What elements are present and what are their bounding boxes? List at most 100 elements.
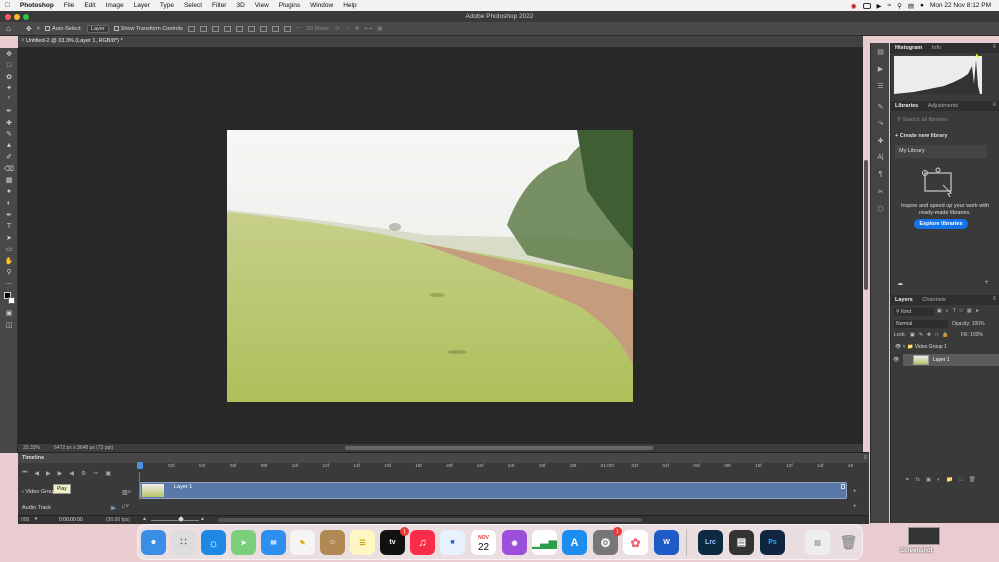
lock-artboard-icon[interactable]: □ <box>935 332 938 338</box>
zoom-level[interactable]: 33.33% <box>23 445 40 451</box>
horizontal-scrollbar[interactable] <box>345 446 653 450</box>
prev-frame-icon[interactable]: ◀ <box>34 470 39 477</box>
path-select-tool-icon[interactable]: ➤ <box>0 232 18 244</box>
chevron-right-icon[interactable]: › <box>22 489 24 495</box>
panel-menu-icon[interactable]: ≡ <box>992 296 996 302</box>
align-right-icon[interactable] <box>211 25 219 32</box>
stamp-tool-icon[interactable]: ▲ <box>0 140 18 152</box>
tab-channels[interactable]: Channels <box>918 295 949 305</box>
time-ruler[interactable]: 02f 04f 06f 08f 10f 12f 14f 16f 18f 20f 22f 24f 26f 2… <box>137 462 853 472</box>
panel-menu-icon[interactable]: ≡ <box>863 455 867 461</box>
close-doc-icon[interactable]: × <box>21 38 25 44</box>
tab-libraries[interactable]: Libraries <box>891 101 922 111</box>
finder-icon[interactable]: ☻ <box>141 530 166 555</box>
menu-plugins[interactable]: Plugins <box>274 2 305 9</box>
menu-file[interactable]: File <box>59 2 79 9</box>
mask-icon[interactable]: ▣ <box>926 477 931 483</box>
minimize-window-button[interactable] <box>14 14 20 20</box>
menu-layer[interactable]: Layer <box>129 2 155 9</box>
settings-icon[interactable]: ⚙ <box>81 470 86 477</box>
layer-clip[interactable]: Layer 1 <box>140 482 847 499</box>
auto-select-dropdown[interactable]: Layer <box>86 24 109 33</box>
zoom-window-button[interactable] <box>23 14 29 20</box>
canvas-image[interactable] <box>227 130 633 402</box>
dodge-tool-icon[interactable]: ◐ <box>0 198 18 210</box>
filter-smart-icon[interactable]: ▦ <box>967 308 972 314</box>
play-icon[interactable]: ▶ <box>877 2 882 10</box>
menu-window[interactable]: Window <box>305 2 338 9</box>
app-store-icon[interactable]: A <box>562 530 587 555</box>
3d-scale-icon[interactable]: ▦ <box>377 26 382 32</box>
video-group-row[interactable]: › Video Group 1 <box>22 489 61 495</box>
lock-move-icon[interactable]: ✥ <box>927 332 931 338</box>
move-tool-icon[interactable]: ✥ <box>0 48 18 60</box>
blend-mode-dropdown[interactable]: Normal <box>894 320 948 328</box>
notes-icon[interactable]: ☰ <box>350 530 375 555</box>
crop-tool-icon[interactable]: ⌜ <box>0 94 18 106</box>
audio-icon[interactable]: ◀ <box>69 470 74 477</box>
transition-icon[interactable]: ▣ <box>105 470 111 477</box>
3d-slide-icon[interactable]: ⟷ <box>364 26 372 32</box>
eraser-tool-icon[interactable]: ⌫ <box>0 163 18 175</box>
menu-image[interactable]: Image <box>101 2 129 9</box>
color-swatches[interactable] <box>0 290 18 308</box>
timeline-scrollbar[interactable] <box>218 518 642 522</box>
photoshop-icon[interactable]: Ps <box>760 530 785 555</box>
more-options-icon[interactable]: ⋯ <box>296 26 302 32</box>
brush-panel-icon[interactable]: ✎ <box>871 98 890 115</box>
keynote-icon[interactable]: ■ <box>440 530 465 555</box>
safari-icon[interactable]: ☼ <box>201 530 226 555</box>
menu-select[interactable]: Select <box>179 2 207 9</box>
character-icon[interactable]: A| <box>871 149 890 166</box>
zoom-out-mountain-icon[interactable]: ▲ <box>142 516 147 522</box>
type-tool-icon[interactable]: T <box>0 221 18 233</box>
tab-layers[interactable]: Layers <box>891 295 917 305</box>
menu-app-name[interactable]: Photoshop <box>15 2 59 9</box>
menu-edit[interactable]: Edit <box>79 2 100 9</box>
filter-adjust-icon[interactable]: ◐ <box>946 308 949 314</box>
fx-icon[interactable]: fx <box>916 477 920 483</box>
explore-libraries-button[interactable]: Explore libraries <box>914 219 968 229</box>
healing-tool-icon[interactable]: ✚ <box>0 117 18 129</box>
create-library-button[interactable]: + Create new library <box>895 133 947 139</box>
tab-adjustments[interactable]: Adjustments <box>924 101 962 111</box>
distribute-v-icon[interactable] <box>271 25 279 32</box>
playhead[interactable] <box>137 462 143 469</box>
distribute-h-icon[interactable] <box>283 25 291 32</box>
lasso-tool-icon[interactable]: ✿ <box>0 71 18 83</box>
adjustment-icon[interactable]: ◐ <box>937 477 940 483</box>
screen-recorder-icon[interactable]: ▤ <box>729 530 754 555</box>
3d-roll-icon[interactable]: ☼ <box>345 26 350 32</box>
downloads-stack-icon[interactable]: ▤ <box>805 530 830 555</box>
tab-histogram[interactable]: Histogram <box>891 43 926 53</box>
chevron-down-icon[interactable]: ˅ <box>37 26 40 32</box>
filter-shape-icon[interactable]: □ <box>960 308 963 314</box>
chevron-down-icon[interactable]: ˅ <box>903 344 906 350</box>
screenshot-file-thumbnail[interactable] <box>908 527 940 545</box>
rectangle-tool-icon[interactable]: ▭ <box>0 244 18 256</box>
trash-icon[interactable]: 🗑 <box>836 530 861 555</box>
mail-icon[interactable]: ✉ <box>261 530 286 555</box>
menu-help[interactable]: Help <box>338 2 361 9</box>
filter-toggle-icon[interactable]: ● <box>976 308 979 314</box>
brush-settings-icon[interactable]: ↷ <box>871 115 890 132</box>
podcasts-icon[interactable]: ◉ <box>502 530 527 555</box>
speaker-icon[interactable]: 🔈 <box>110 504 117 511</box>
align-top-icon[interactable] <box>223 25 231 32</box>
calendar-icon[interactable]: NOV 22 <box>471 530 496 555</box>
marquee-tool-icon[interactable]: □ <box>0 60 18 72</box>
gradient-tool-icon[interactable]: ▩ <box>0 175 18 187</box>
trash-icon[interactable]: 🗑 <box>969 477 976 483</box>
history-brush-icon[interactable]: ✐ <box>0 152 18 164</box>
cloud-icon[interactable]: ☁ <box>897 280 903 287</box>
add-media-icon[interactable]: + <box>853 489 857 495</box>
render-frame[interactable]: 000 <box>21 517 29 523</box>
new-layer-icon[interactable]: □ <box>959 477 962 483</box>
lock-brush-icon[interactable]: ✎ <box>919 332 923 338</box>
wifi-icon[interactable]: ≈ <box>888 2 892 9</box>
add-icon[interactable]: + <box>985 280 989 286</box>
clone-source-icon[interactable]: ✚ <box>871 132 890 149</box>
launchpad-icon[interactable]: ∷ <box>171 530 196 555</box>
menu-type[interactable]: Type <box>155 2 179 9</box>
transform-controls-checkbox[interactable]: Show Transform Controls <box>113 26 183 32</box>
